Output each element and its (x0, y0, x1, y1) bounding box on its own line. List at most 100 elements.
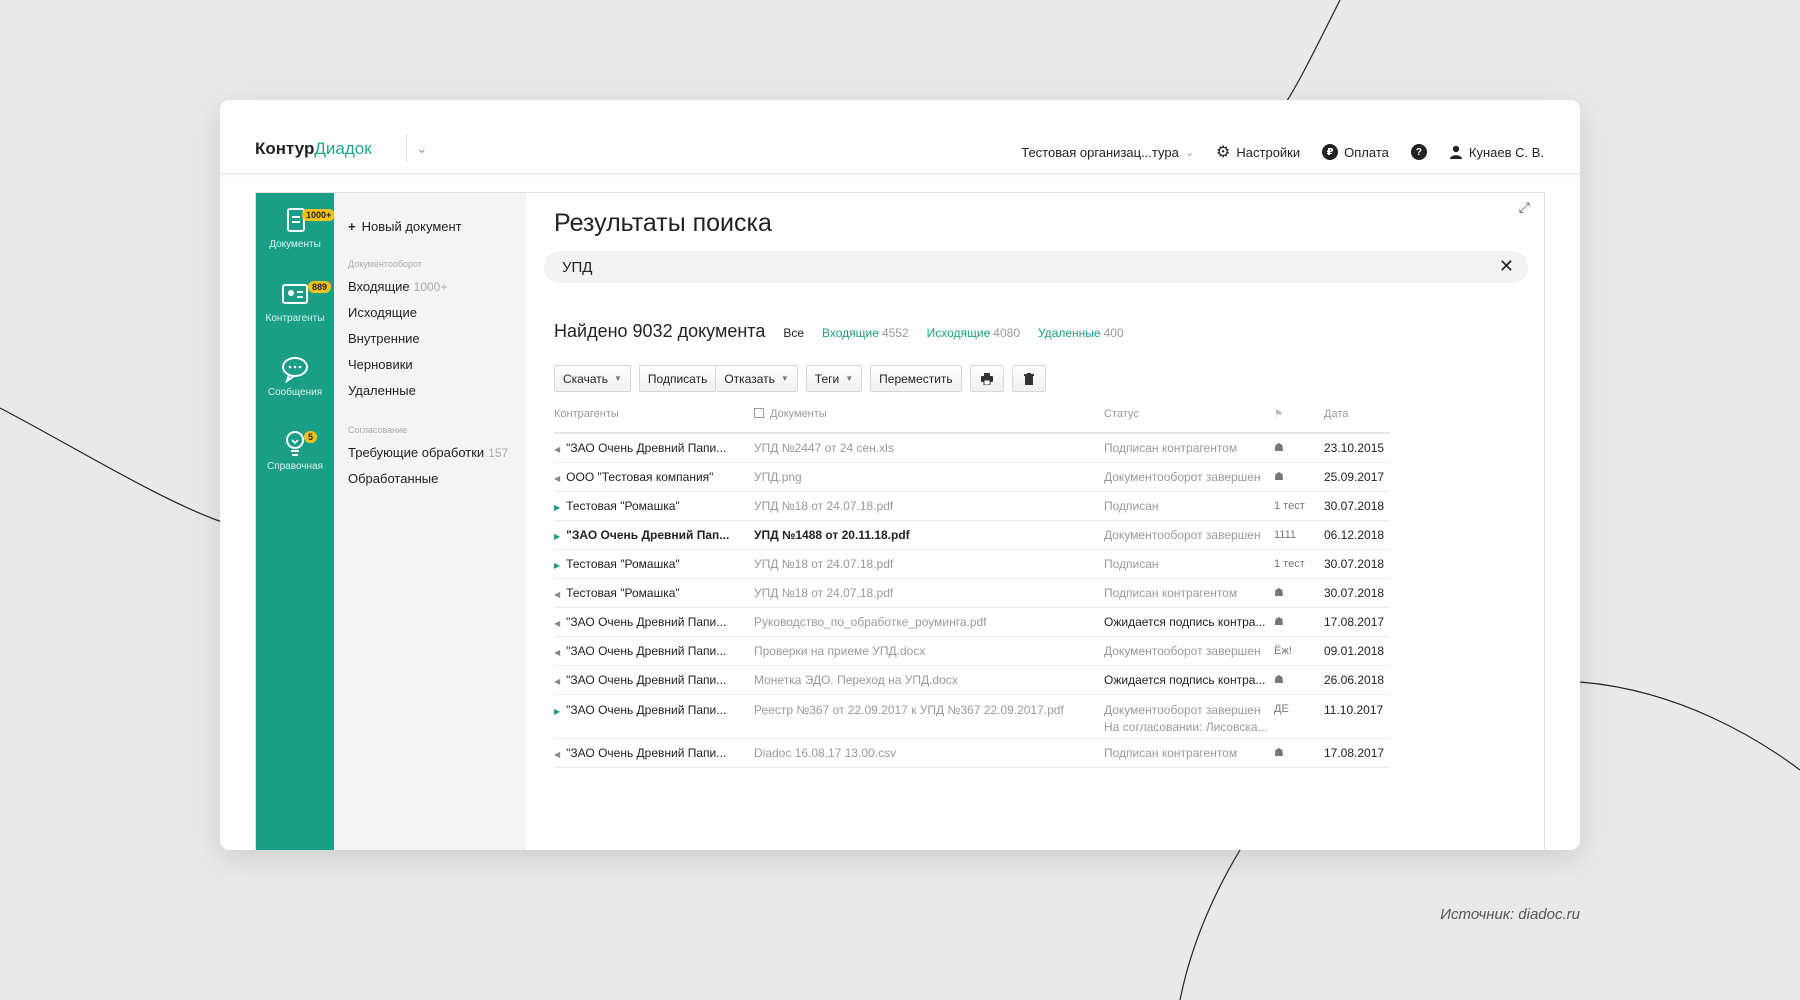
nav-item-internal[interactable]: Внутренние (348, 331, 420, 346)
page-title: Результаты поиска (554, 209, 772, 237)
cell-document[interactable]: УПД №1488 от 20.11.18.pdf (754, 520, 1104, 550)
organization-selector[interactable]: Тестовая организац...тура ⌄ (1021, 145, 1194, 160)
nav-item-deleted[interactable]: Удаленные (348, 383, 416, 398)
sign-button[interactable]: Подписать (638, 365, 717, 392)
table-row[interactable]: ◀ "ЗАО Очень Древний Папи... Монетка ЭДО.… (554, 665, 1390, 695)
filter-label: Исходящие (926, 326, 991, 340)
table-row[interactable]: ◀ Тестовая "Ромашка" УПД №18 от 24.07.18.… (554, 578, 1390, 608)
cell-date: 06.12.2018 (1324, 520, 1390, 550)
select-all-checkbox[interactable] (754, 407, 764, 418)
cell-document[interactable]: УПД №2447 от 24 сен.xls (754, 433, 1104, 463)
nav-item-label: Входящие (348, 279, 410, 294)
nav-item-drafts[interactable]: Черновики (348, 357, 413, 372)
button-label: Скачать (563, 371, 608, 386)
table-row[interactable]: ◀ "ЗАО Очень Древний Папи... УПД №2447 от… (554, 433, 1390, 463)
user-name: Кунаев С. В. (1468, 144, 1544, 160)
cell-status: Документооборот завершен (1104, 520, 1274, 550)
column-label: Документы (770, 407, 827, 420)
filter-deleted[interactable]: Удаленные 400 (1038, 326, 1124, 340)
logo[interactable]: КонтурДиадок (255, 139, 372, 159)
tags-button[interactable]: Теги ▼ (805, 365, 863, 392)
print-button[interactable] (969, 365, 1004, 392)
move-button[interactable]: Переместить (870, 365, 962, 392)
column-documents[interactable]: Документы (754, 395, 1104, 434)
nav-panel: + Новый документ Документооборот Входящие… (334, 193, 526, 850)
search-input[interactable] (562, 257, 1462, 277)
user-icon (1449, 145, 1462, 159)
cell-party: ▶ "ЗАО Очень Древний Папи... (554, 694, 754, 739)
incoming-arrow-icon: ◀ (554, 444, 561, 454)
cell-document[interactable]: УПД №18 от 24.07.18.pdf (754, 491, 1104, 521)
download-button[interactable]: Скачать ▼ (554, 365, 631, 392)
cell-document[interactable]: Руководство_по_обработке_роуминга.pdf (754, 607, 1104, 637)
nav-item-outgoing[interactable]: Исходящие (348, 305, 417, 320)
filter-incoming[interactable]: Входящие 4552 (822, 326, 909, 340)
cell-document[interactable]: УПД.png (754, 462, 1104, 492)
table-row[interactable]: ▶ "ЗАО Очень Древний Папи... Реестр №367 … (554, 694, 1390, 739)
rail-item-messages[interactable]: Сообщения (256, 355, 334, 398)
cell-party: ◀ "ЗАО Очень Древний Папи... (554, 607, 754, 637)
table-row[interactable]: ◀ ООО "Тестовая компания" УПД.png Докумен… (554, 462, 1390, 492)
party-text: "ЗАО Очень Древний Папи... (566, 614, 727, 629)
nav-item-label: Исходящие (348, 305, 417, 320)
cell-document[interactable]: УПД №18 от 24.07.18.pdf (754, 549, 1104, 579)
trash-icon (1023, 372, 1034, 385)
filter-outgoing[interactable]: Исходящие 4080 (927, 326, 1020, 340)
help-button[interactable]: ? (1410, 144, 1427, 160)
top-right-menu: Тестовая организац...тура ⌄ ⚙ Настройки … (1021, 142, 1544, 162)
table-row[interactable]: ▶ Тестовая "Ромашка" УПД №18 от 24.07.18.… (554, 491, 1390, 521)
outgoing-arrow-icon: ▶ (554, 560, 561, 570)
cell-document[interactable]: УПД №18 от 24.07.18.pdf (754, 578, 1104, 608)
party-text: Тестовая "Ромашка" (566, 498, 680, 513)
logo-diadoc: Диадок (314, 139, 372, 158)
filter-label: Входящие (822, 326, 879, 340)
party-text: "ЗАО Очень Древний Папи... (566, 643, 727, 658)
settings-link[interactable]: ⚙ Настройки (1216, 142, 1300, 162)
cell-tag: ☗ (1274, 607, 1324, 637)
expand-icon[interactable]: ⤢ (1519, 199, 1530, 216)
cell-document[interactable]: Diadoc 16.08.17 13.00.csv (754, 738, 1104, 768)
button-label: Переместить (879, 371, 953, 386)
cell-status: Подписан (1104, 491, 1274, 521)
table-row[interactable]: ◀ "ЗАО Очень Древний Папи... Руководство_… (554, 607, 1390, 637)
nav-section-approval: Согласование (348, 425, 408, 435)
cell-date: 17.08.2017 (1324, 738, 1390, 768)
new-document-button[interactable]: + Новый документ (348, 219, 462, 234)
table-row[interactable]: ◀ "ЗАО Очень Древний Папи... Diadoc 16.08… (554, 738, 1390, 768)
user-menu[interactable]: Кунаев С. В. (1449, 145, 1544, 160)
reject-button[interactable]: Отказать ▼ (716, 365, 798, 392)
cell-document[interactable]: Реестр №367 от 22.09.2017 к УПД №367 22.… (754, 694, 1104, 739)
column-status[interactable]: Статус (1104, 395, 1274, 434)
chevron-down-icon[interactable]: ⌄ (416, 140, 428, 157)
organization-name: Тестовая организац...тура (1021, 144, 1179, 160)
table-row[interactable]: ◀ "ЗАО Очень Древний Папи... Проверки на … (554, 636, 1390, 666)
rail-item-documents[interactable]: Документы 1000+ (256, 207, 336, 250)
rail-item-help-center[interactable]: Справочная 5 (256, 429, 334, 472)
column-date[interactable]: Дата (1324, 395, 1390, 434)
cell-tag: ☗ (1274, 665, 1324, 695)
table-row[interactable]: ▶ "ЗАО Очень Древний Пап... УПД №1488 от … (554, 520, 1390, 550)
results-count: Найдено 9032 документа (554, 321, 766, 341)
payment-link[interactable]: ₽ Оплата (1322, 144, 1389, 160)
table-row[interactable]: ▶ Тестовая "Ромашка" УПД №18 от 24.07.18.… (554, 549, 1390, 579)
logo-divider (406, 134, 407, 162)
cell-document[interactable]: Монетка ЭДО. Переход на УПД.docx (754, 665, 1104, 695)
column-tags[interactable]: ⚑ (1274, 395, 1324, 434)
nav-item-needs-processing[interactable]: Требующие обработки 157 (348, 445, 508, 460)
delete-button[interactable] (1011, 365, 1046, 392)
cell-document[interactable]: Проверки на приеме УПД.docx (754, 636, 1104, 666)
filter-count: 400 (1103, 326, 1124, 340)
cell-tag: ☗ (1274, 433, 1324, 463)
cell-status: Документооборот завершен (1104, 462, 1274, 492)
column-party[interactable]: Контрагенты (554, 395, 754, 434)
filter-all[interactable]: Все (783, 326, 804, 340)
results-summary: Найдено 9032 документа Все Входящие 4552 … (554, 321, 1124, 342)
outgoing-arrow-icon: ▶ (554, 531, 561, 541)
nav-item-incoming[interactable]: Входящие 1000+ (348, 279, 447, 294)
rail-item-contacts[interactable]: Контрагенты 889 (256, 281, 334, 324)
nav-item-processed[interactable]: Обработанные (348, 471, 438, 486)
count-badge: 1000+ (302, 209, 336, 221)
cell-date: 26.06.2018 (1324, 665, 1390, 695)
incoming-arrow-icon: ◀ (554, 676, 561, 686)
close-icon[interactable]: ✕ (1499, 256, 1514, 277)
